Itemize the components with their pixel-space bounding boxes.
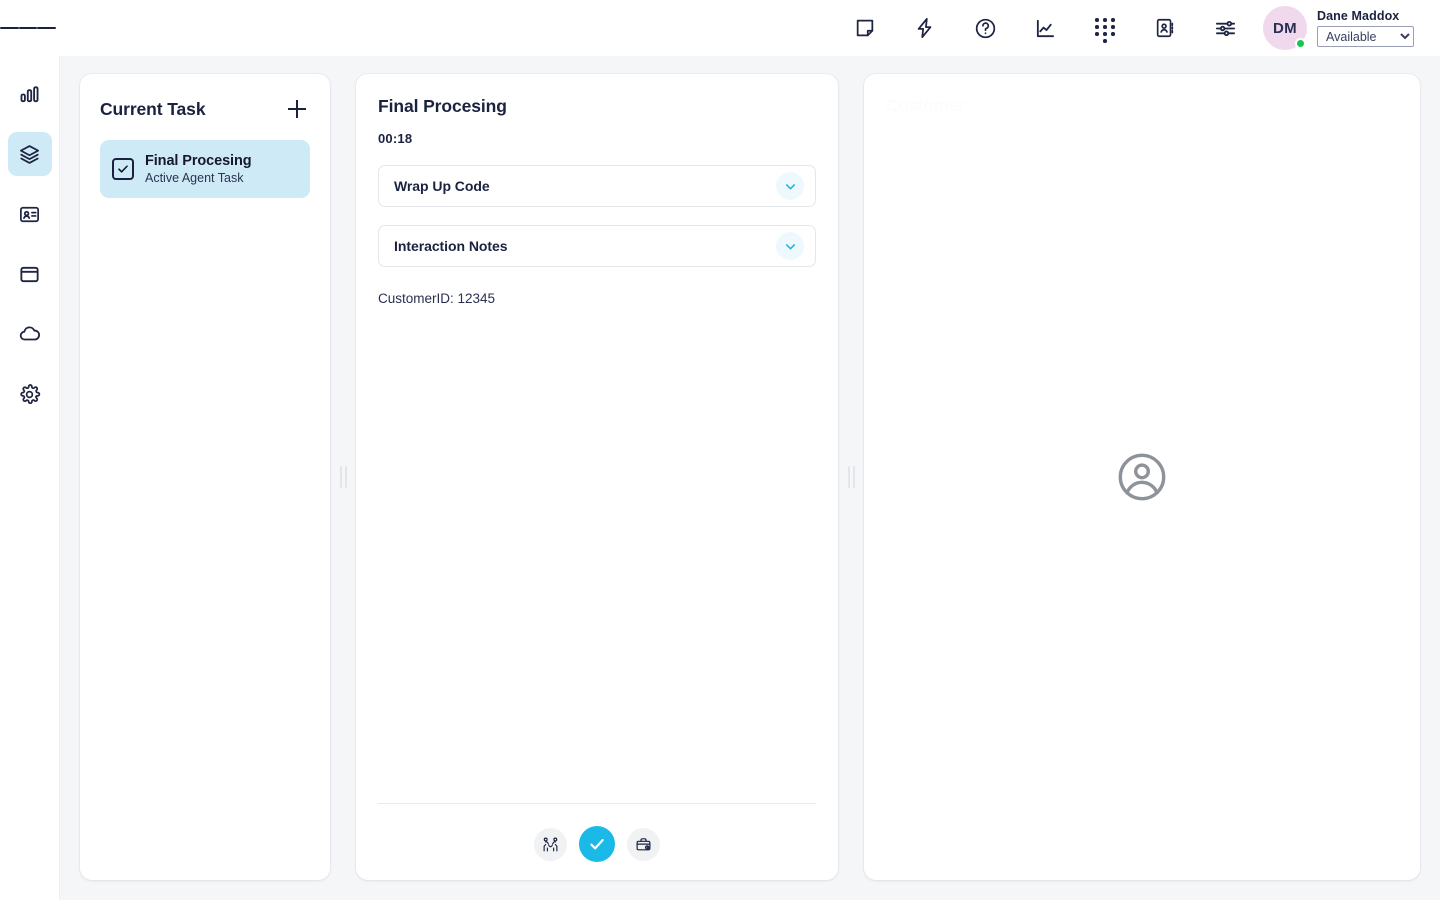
detail-title: Final Procesing xyxy=(378,96,816,117)
layers-icon xyxy=(18,143,41,166)
task-timer: 00:18 xyxy=(378,131,816,146)
dialpad-icon[interactable] xyxy=(1085,8,1125,48)
splitter-grip-icon xyxy=(848,466,855,488)
page-title: Current Task xyxy=(100,99,205,120)
complete-task-button[interactable] xyxy=(579,826,615,862)
sidebar-rail xyxy=(0,56,60,900)
task-name: Final Procesing xyxy=(145,153,251,169)
accordion-wrap-up-code[interactable]: Wrap Up Code xyxy=(378,165,816,207)
sidebar-item-settings[interactable] xyxy=(8,372,52,416)
sidebar-item-dashboard[interactable] xyxy=(8,72,52,116)
settings-sliders-icon[interactable] xyxy=(1205,8,1245,48)
sidebar-item-cloud[interactable] xyxy=(8,312,52,356)
sidebar-item-windows[interactable] xyxy=(8,252,52,296)
lightning-bolt-icon[interactable] xyxy=(905,8,945,48)
user-meta: Dane Maddox Available xyxy=(1317,9,1414,47)
grip-bar xyxy=(340,466,342,488)
user-profile-block[interactable]: DM Dane Maddox Available xyxy=(1263,6,1440,50)
contact-card-icon xyxy=(18,203,41,226)
case-briefcase-button[interactable] xyxy=(627,828,660,861)
handshake-icon xyxy=(542,836,559,853)
chevron-down-icon[interactable] xyxy=(776,232,804,260)
task-detail-panel: Final Procesing 00:18 Wrap Up Code Inter… xyxy=(356,74,838,880)
accordion-label: Wrap Up Code xyxy=(394,178,490,194)
detail-spacer xyxy=(378,306,816,803)
check-icon xyxy=(588,835,606,853)
hamburger-line xyxy=(19,27,38,29)
help-circle-icon[interactable] xyxy=(965,8,1005,48)
bar-chart-icon xyxy=(18,83,41,106)
hamburger-menu-icon[interactable] xyxy=(0,0,56,56)
user-avatar-placeholder-icon xyxy=(1114,449,1170,505)
splitter-grip-icon xyxy=(340,466,347,488)
sidebar-item-contacts[interactable] xyxy=(8,192,52,236)
gear-icon xyxy=(18,383,41,406)
sidebar-item-workspace[interactable] xyxy=(8,132,52,176)
transfer-handshake-button[interactable] xyxy=(534,828,567,861)
analytics-chart-icon[interactable] xyxy=(1025,8,1065,48)
customer-panel: Customer xyxy=(864,74,1420,880)
grip-bar xyxy=(848,466,850,488)
customer-empty-state xyxy=(864,74,1420,880)
dialpad-dots xyxy=(1094,16,1116,40)
top-bar: DM Dane Maddox Available xyxy=(0,0,1440,56)
presence-status-dot xyxy=(1295,38,1306,49)
cloud-icon xyxy=(18,322,42,346)
panel-splitter-right[interactable] xyxy=(838,74,864,880)
chevron-down-icon[interactable] xyxy=(776,172,804,200)
task-texts: Final Procesing Active Agent Task xyxy=(145,153,251,185)
accordion-label: Interaction Notes xyxy=(394,238,508,254)
contacts-book-icon[interactable] xyxy=(1145,8,1185,48)
status-select[interactable]: Available xyxy=(1317,26,1414,47)
hamburger-line xyxy=(37,27,56,29)
avatar-wrapper: DM xyxy=(1263,6,1307,50)
tasks-header: Current Task xyxy=(100,96,310,122)
add-task-button[interactable] xyxy=(284,96,310,122)
list-item[interactable]: Final Procesing Active Agent Task xyxy=(100,140,310,198)
grip-bar xyxy=(853,466,855,488)
accordion-interaction-notes[interactable]: Interaction Notes xyxy=(378,225,816,267)
briefcase-icon xyxy=(635,836,652,853)
customer-id-text: CustomerID: 12345 xyxy=(378,291,816,306)
task-action-bar xyxy=(378,803,816,862)
notes-icon[interactable] xyxy=(845,8,885,48)
workspace: Current Task Final Procesing Active Agen… xyxy=(60,56,1440,900)
current-task-panel: Current Task Final Procesing Active Agen… xyxy=(80,74,330,880)
user-name: Dane Maddox xyxy=(1317,9,1414,23)
panel-splitter-left[interactable] xyxy=(330,74,356,880)
task-checkbox-icon[interactable] xyxy=(112,158,134,180)
grip-bar xyxy=(345,466,347,488)
hamburger-line xyxy=(0,27,19,29)
task-subtitle: Active Agent Task xyxy=(145,171,251,185)
window-icon xyxy=(18,263,41,286)
topbar-icon-group xyxy=(845,8,1245,48)
